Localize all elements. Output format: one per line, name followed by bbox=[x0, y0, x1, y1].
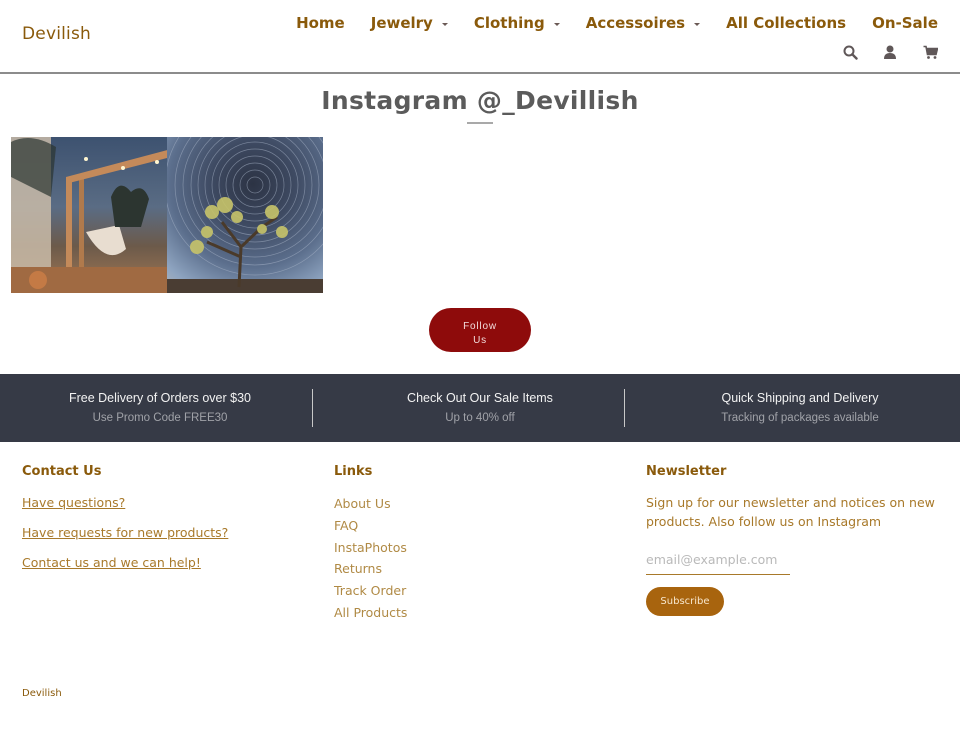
subscribe-button[interactable]: Subscribe bbox=[646, 587, 724, 616]
promo-subtitle: Use Promo Code FREE30 bbox=[92, 412, 228, 424]
instagram-gallery bbox=[11, 137, 323, 293]
footer-link-instaphotos[interactable]: InstaPhotos bbox=[334, 537, 407, 559]
nav-clothing[interactable]: Clothing bbox=[474, 14, 560, 32]
nav-all-collections-label: All Collections bbox=[726, 14, 847, 32]
caret-down-icon bbox=[553, 22, 560, 26]
contact-link-questions[interactable]: Have questions? bbox=[22, 493, 228, 512]
site-header: Devilish Home Jewelry Clothing Accessoir… bbox=[0, 0, 960, 74]
nav-all-collections[interactable]: All Collections bbox=[726, 14, 846, 32]
header-icons bbox=[842, 44, 938, 60]
footer-copyright: Devilish bbox=[22, 688, 62, 699]
footer-link-returns[interactable]: Returns bbox=[334, 558, 407, 580]
newsletter-description: Sign up for our newsletter and notices o… bbox=[646, 495, 935, 529]
footer-links: Links About Us FAQ InstaPhotos Returns T… bbox=[334, 464, 407, 624]
nav-accessoires[interactable]: Accessoires bbox=[585, 14, 701, 32]
newsletter-email-input[interactable] bbox=[646, 545, 790, 575]
contact-link-requests[interactable]: Have requests for new products? bbox=[22, 523, 228, 542]
promo-bar: Free Delivery of Orders over $30 Use Pro… bbox=[0, 374, 960, 442]
footer-newsletter: Newsletter Sign up for our newsletter an… bbox=[646, 464, 936, 616]
nav-jewelry[interactable]: Jewelry bbox=[371, 14, 448, 32]
instagram-title: Instagram @_Devillish bbox=[321, 86, 639, 115]
footer-link-track-order[interactable]: Track Order bbox=[334, 580, 407, 602]
contact-link-help[interactable]: Contact us and we can help! bbox=[22, 553, 228, 572]
promo-subtitle: Up to 40% off bbox=[445, 412, 515, 424]
nav-on-sale[interactable]: On-Sale bbox=[872, 14, 938, 32]
main-nav: Home Jewelry Clothing Accessoires All Co… bbox=[296, 14, 938, 32]
promo-sale-items: Check Out Our Sale Items Up to 40% off bbox=[312, 374, 640, 442]
caret-down-icon bbox=[441, 22, 448, 26]
promo-quick-shipping: Quick Shipping and Delivery Tracking of … bbox=[624, 374, 960, 442]
search-icon[interactable] bbox=[842, 44, 858, 60]
caret-down-icon bbox=[694, 22, 701, 26]
cart-icon[interactable] bbox=[922, 44, 938, 60]
title-divider bbox=[467, 122, 493, 124]
instagram-photo-star-trails[interactable] bbox=[167, 137, 323, 293]
site-logo[interactable]: Devilish bbox=[22, 24, 91, 44]
links-heading: Links bbox=[334, 464, 373, 479]
footer-link-faq[interactable]: FAQ bbox=[334, 515, 407, 537]
follow-us-button[interactable]: Follow Us bbox=[429, 308, 531, 352]
account-icon[interactable] bbox=[882, 44, 898, 60]
footer-link-all-products[interactable]: All Products bbox=[334, 602, 407, 624]
nav-home[interactable]: Home bbox=[296, 14, 345, 32]
newsletter-heading: Newsletter bbox=[646, 464, 727, 479]
contact-heading: Contact Us bbox=[22, 464, 102, 479]
nav-accessoires-label: Accessoires bbox=[585, 14, 686, 32]
follow-label-line1: Follow bbox=[463, 321, 497, 332]
promo-title: Check Out Our Sale Items bbox=[407, 391, 553, 405]
nav-on-sale-label: On-Sale bbox=[872, 14, 938, 32]
nav-jewelry-label: Jewelry bbox=[370, 14, 433, 32]
promo-title: Quick Shipping and Delivery bbox=[721, 391, 879, 405]
promo-free-delivery: Free Delivery of Orders over $30 Use Pro… bbox=[0, 374, 320, 442]
instagram-photo-hammock[interactable] bbox=[11, 137, 167, 293]
nav-home-label: Home bbox=[296, 14, 345, 32]
follow-label-line2: Us bbox=[473, 335, 487, 346]
footer-contact: Contact Us Have questions? Have requests… bbox=[22, 464, 228, 583]
promo-subtitle: Tracking of packages available bbox=[721, 412, 879, 424]
footer-link-about-us[interactable]: About Us bbox=[334, 493, 407, 515]
nav-clothing-label: Clothing bbox=[473, 14, 545, 32]
promo-title: Free Delivery of Orders over $30 bbox=[68, 391, 251, 405]
